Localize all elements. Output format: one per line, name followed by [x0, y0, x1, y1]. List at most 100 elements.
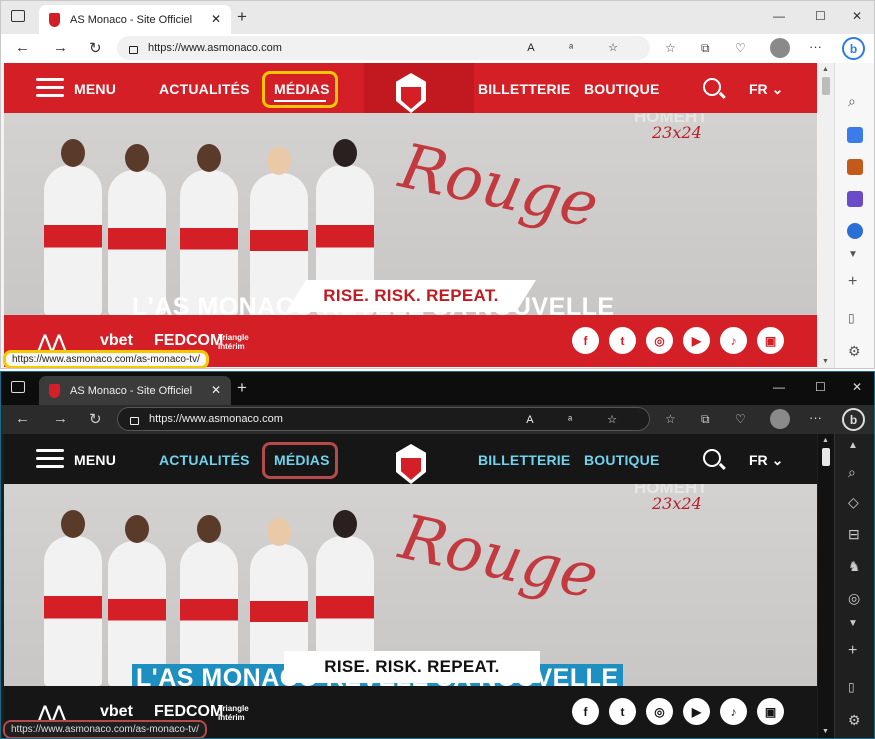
sponsor-vbet[interactable]: vbet — [100, 703, 133, 721]
sidebar-settings-icon[interactable]: ⚙ — [848, 712, 861, 729]
youtube-icon[interactable]: ▶ — [683, 698, 710, 725]
collections-icon[interactable]: ⧉ — [701, 412, 710, 427]
back-icon[interactable]: ← — [15, 39, 30, 56]
lock-icon[interactable] — [130, 417, 139, 425]
chevron-down-icon[interactable]: ▼ — [848, 249, 858, 260]
scroll-thumb[interactable] — [822, 448, 830, 466]
read-aloud-translate-favorite-icons[interactable]: A ᵃ ☆ — [526, 413, 633, 426]
shopping-icon[interactable]: ◇ — [848, 494, 859, 511]
more-menu-icon[interactable]: ··· — [809, 39, 822, 54]
facebook-icon[interactable]: f — [572, 698, 599, 725]
nav-medias[interactable]: MÉDIAS — [274, 81, 330, 97]
twitter-icon[interactable]: t — [609, 327, 636, 354]
tab-actions-icon[interactable] — [11, 381, 25, 393]
language-selector[interactable]: FR ⌄ — [749, 452, 783, 469]
scroll-up-icon[interactable]: ▲ — [822, 437, 829, 444]
page-scrollbar[interactable]: ▲ ▼ — [818, 434, 834, 738]
forward-icon[interactable]: → — [53, 39, 68, 56]
lock-icon[interactable] — [129, 46, 138, 54]
sponsor-fedcom[interactable]: FEDCOM — [154, 703, 223, 721]
nav-boutique[interactable]: BOUTIQUE — [584, 452, 660, 468]
games-icon[interactable]: ♞ — [848, 558, 861, 575]
search-sidebar-icon[interactable]: ⌕ — [848, 93, 856, 110]
read-aloud-translate-favorite-icons[interactable]: A ᵃ ☆ — [527, 41, 634, 54]
address-bar[interactable]: https://www.asmonaco.com A ᵃ ☆ — [117, 36, 650, 60]
twitter-icon[interactable]: t — [609, 698, 636, 725]
office-icon[interactable]: ◎ — [848, 590, 860, 607]
kappa-logo[interactable]: ⋀⋀ — [38, 332, 66, 352]
hamburger-icon[interactable] — [36, 449, 64, 469]
collections-icon[interactable]: ⧉ — [701, 41, 710, 56]
instagram-icon[interactable]: ◎ — [646, 698, 673, 725]
copilot-icon[interactable]: b — [842, 37, 865, 60]
favorites-icon[interactable]: ☆ — [665, 412, 676, 426]
refresh-icon[interactable]: ↻ — [89, 410, 102, 428]
sponsor-triangle[interactable]: Triangle Intérim — [218, 704, 262, 722]
nav-actualites[interactable]: ACTUALITÉS — [159, 452, 250, 468]
address-bar[interactable]: https://www.asmonaco.com A ᵃ ☆ — [117, 407, 650, 431]
chevron-up-icon[interactable]: ▲ — [848, 440, 858, 451]
tab-actions-icon[interactable] — [11, 10, 25, 22]
twitch-icon[interactable]: ▣ — [757, 698, 784, 725]
back-icon[interactable]: ← — [15, 410, 30, 427]
close-tab-icon[interactable]: ✕ — [211, 12, 221, 26]
twitch-icon[interactable]: ▣ — [757, 327, 784, 354]
refresh-icon[interactable]: ↻ — [89, 39, 102, 57]
profile-avatar[interactable] — [770, 409, 790, 429]
add-sidebar-icon[interactable]: + — [848, 273, 857, 291]
instagram-icon[interactable]: ◎ — [646, 327, 673, 354]
profile-avatar[interactable] — [770, 38, 790, 58]
new-tab-button[interactable]: + — [237, 378, 247, 398]
close-window-icon[interactable]: ✕ — [852, 380, 862, 394]
youtube-icon[interactable]: ▶ — [683, 327, 710, 354]
scroll-down-icon[interactable]: ▼ — [822, 358, 829, 365]
games-icon[interactable] — [847, 191, 863, 207]
tiktok-icon[interactable]: ♪ — [720, 327, 747, 354]
minimize-icon[interactable]: — — [773, 380, 785, 394]
more-menu-icon[interactable]: ··· — [809, 410, 822, 425]
nav-actualites[interactable]: ACTUALITÉS — [159, 81, 250, 97]
browser-tab[interactable]: AS Monaco - Site Officiel ✕ — [39, 376, 231, 405]
close-tab-icon[interactable]: ✕ — [211, 383, 221, 397]
copilot-icon[interactable]: b — [842, 408, 865, 431]
nav-billetterie[interactable]: BILLETTERIE — [478, 81, 570, 97]
tools-icon[interactable]: ⊟ — [848, 526, 860, 543]
search-icon[interactable] — [703, 78, 721, 96]
language-selector[interactable]: FR ⌄ — [749, 81, 783, 98]
page-scrollbar[interactable]: ▲ ▼ — [818, 63, 834, 368]
tiktok-icon[interactable]: ♪ — [720, 698, 747, 725]
scroll-up-icon[interactable]: ▲ — [822, 66, 829, 73]
hide-sidebar-icon[interactable]: ▯ — [848, 680, 855, 694]
forward-icon[interactable]: → — [53, 410, 68, 427]
add-sidebar-icon[interactable]: + — [848, 642, 857, 660]
health-icon[interactable]: ♡ — [735, 41, 746, 55]
nav-boutique[interactable]: BOUTIQUE — [584, 81, 660, 97]
hamburger-icon[interactable] — [36, 78, 64, 98]
sponsor-fedcom[interactable]: FEDCOM — [154, 332, 223, 350]
sponsor-vbet[interactable]: vbet — [100, 332, 133, 350]
menu-label[interactable]: MENU — [74, 81, 116, 97]
close-window-icon[interactable]: ✕ — [852, 9, 862, 23]
nav-medias[interactable]: MÉDIAS — [274, 452, 330, 468]
search-icon[interactable] — [703, 449, 721, 467]
favorites-icon[interactable]: ☆ — [665, 41, 676, 55]
scroll-thumb[interactable] — [822, 77, 830, 95]
search-sidebar-icon[interactable]: ⌕ — [848, 464, 856, 481]
health-icon[interactable]: ♡ — [735, 412, 746, 426]
hero-banner[interactable]: HOMEHT 23x24 Rouge L'AS MONACO RÉVÈLE SA… — [4, 113, 817, 315]
shopping-icon[interactable] — [847, 127, 863, 143]
sidebar-settings-icon[interactable]: ⚙ — [848, 343, 861, 360]
hero-banner[interactable]: HOMEHT 23x24 Rouge L'AS MONACO RÉVÈLE SA… — [4, 484, 817, 686]
tools-icon[interactable] — [847, 159, 863, 175]
menu-label[interactable]: MENU — [74, 452, 116, 468]
nav-billetterie[interactable]: BILLETTERIE — [478, 452, 570, 468]
hide-sidebar-icon[interactable]: ▯ — [848, 311, 855, 325]
sponsor-triangle[interactable]: Triangle Intérim — [218, 333, 262, 351]
browser-tab[interactable]: AS Monaco - Site Officiel ✕ — [39, 5, 231, 34]
scroll-down-icon[interactable]: ▼ — [822, 728, 829, 735]
facebook-icon[interactable]: f — [572, 327, 599, 354]
minimize-icon[interactable]: — — [773, 9, 785, 23]
new-tab-button[interactable]: + — [237, 7, 247, 27]
maximize-icon[interactable]: ☐ — [815, 380, 826, 394]
chevron-down-icon[interactable]: ▼ — [848, 618, 858, 629]
